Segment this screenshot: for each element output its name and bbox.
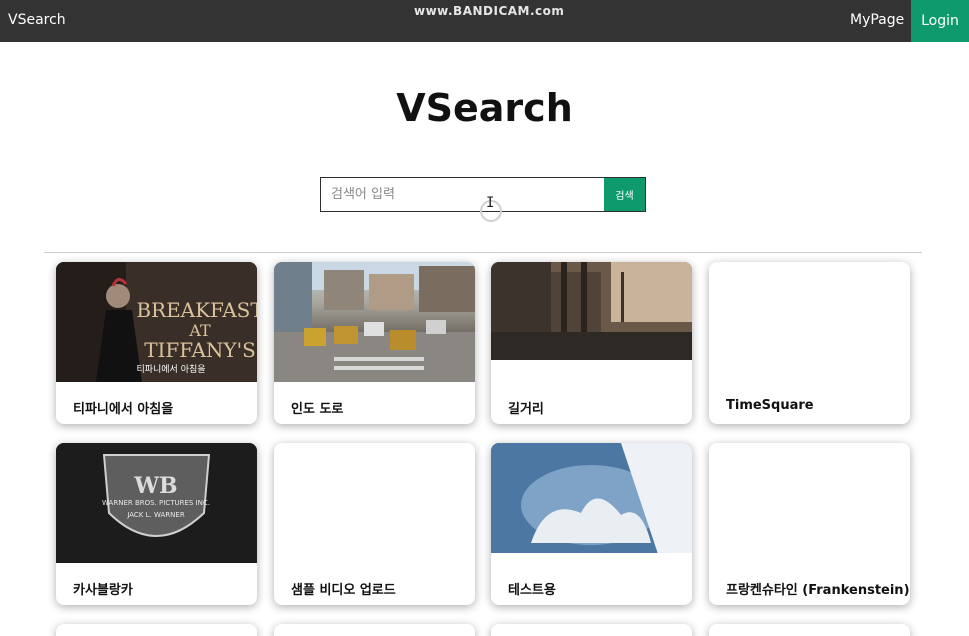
- svg-text:WARNER BROS. PICTURES INC.: WARNER BROS. PICTURES INC.: [102, 499, 210, 507]
- video-thumbnail: WB WARNER BROS. PICTURES INC. JACK L. WA…: [56, 443, 257, 563]
- video-card[interactable]: 인도 도로: [274, 262, 475, 424]
- video-card[interactable]: 프랑켄슈타인 (Frankenstein): [709, 443, 910, 605]
- video-thumbnail: [491, 262, 692, 360]
- mypage-link[interactable]: MyPage: [850, 12, 904, 28]
- video-title: 샘플 비디오 업로드: [291, 583, 396, 598]
- login-button[interactable]: Login: [911, 0, 969, 42]
- video-thumbnail: BREAKFAST AT TIFFANY'S 티파니에서 아침을: [56, 262, 257, 382]
- video-title: 티파니에서 아침을: [73, 402, 174, 417]
- svg-text:BREAKFAST: BREAKFAST: [136, 298, 257, 322]
- search-button[interactable]: 검색: [604, 178, 645, 211]
- recorder-watermark: www.BANDICAM.com: [414, 4, 565, 18]
- video-title: 프랑켄슈타인 (Frankenstein): [726, 583, 910, 598]
- video-card[interactable]: 테스트용: [491, 443, 692, 605]
- video-title: 테스트용: [508, 583, 556, 598]
- video-thumbnail: [491, 443, 692, 563]
- page-title: VSearch: [396, 86, 573, 130]
- svg-text:JACK L. WARNER: JACK L. WARNER: [126, 511, 185, 519]
- text-cursor-icon: I: [486, 195, 495, 211]
- section-divider: [44, 252, 922, 253]
- video-card[interactable]: [491, 624, 692, 636]
- video-card[interactable]: TimeSquare: [709, 262, 910, 424]
- video-card[interactable]: [274, 624, 475, 636]
- svg-text:TIFFANY'S: TIFFANY'S: [144, 338, 256, 362]
- video-title: 인도 도로: [291, 402, 344, 417]
- brand-link[interactable]: VSearch: [8, 12, 66, 28]
- video-card[interactable]: WB WARNER BROS. PICTURES INC. JACK L. WA…: [56, 443, 257, 605]
- top-navbar: VSearch www.BANDICAM.com MyPage Login: [0, 0, 969, 42]
- video-title: TimeSquare: [726, 398, 814, 413]
- video-card[interactable]: [709, 624, 910, 636]
- video-card[interactable]: BREAKFAST AT TIFFANY'S 티파니에서 아침을 티파니에서 아…: [56, 262, 257, 424]
- svg-text:WB: WB: [133, 473, 177, 499]
- video-card[interactable]: 길거리: [491, 262, 692, 424]
- video-thumbnail: [274, 262, 475, 382]
- svg-text:티파니에서 아침을: 티파니에서 아침을: [136, 364, 205, 375]
- search-input[interactable]: [321, 178, 604, 211]
- video-title: 길거리: [508, 402, 544, 417]
- video-card[interactable]: [56, 624, 257, 636]
- video-card[interactable]: 샘플 비디오 업로드: [274, 443, 475, 605]
- video-title: 카사블랑카: [73, 583, 133, 598]
